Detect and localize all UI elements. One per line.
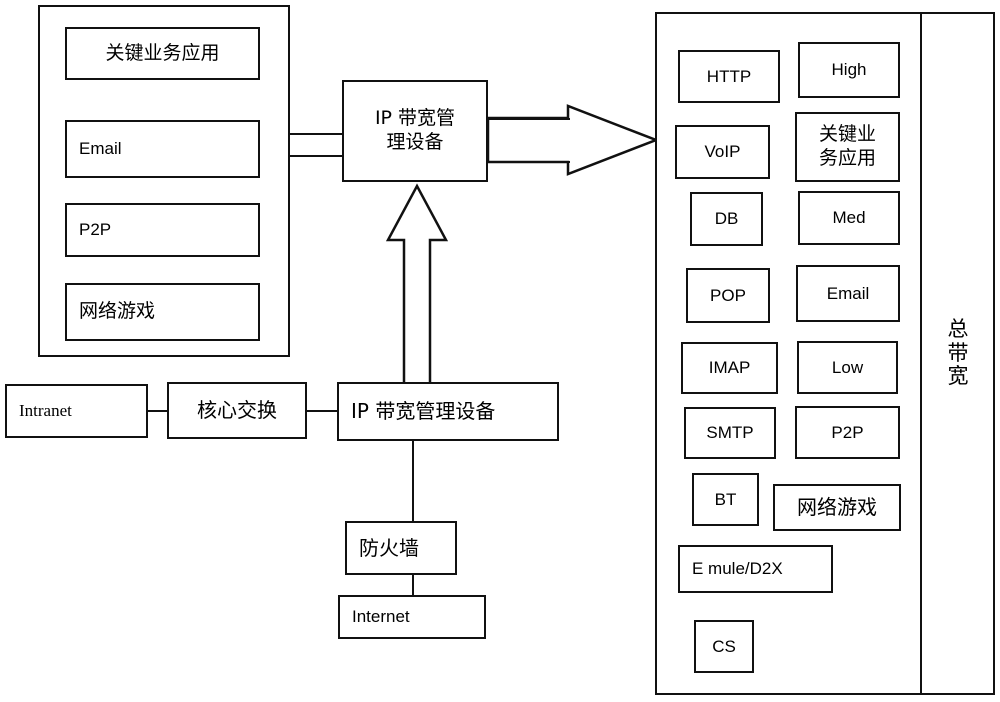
class-box-high[interactable]: High bbox=[798, 42, 900, 98]
app-box-p2p[interactable]: P2P bbox=[65, 203, 260, 257]
class-box-p2p[interactable]: P2P bbox=[795, 406, 900, 459]
class-box-email[interactable]: Email bbox=[796, 265, 900, 322]
protocol-box-bt[interactable]: BT bbox=[692, 473, 759, 526]
protocol-box-smtp[interactable]: SMTP bbox=[684, 407, 776, 459]
total-bandwidth-char-2: 带 bbox=[947, 340, 970, 365]
internet-box[interactable]: Internet bbox=[338, 595, 486, 639]
connector-intranet-to-switch bbox=[148, 410, 167, 412]
connector-ip-device-to-firewall bbox=[412, 441, 414, 521]
protocol-box-cs[interactable]: CS bbox=[694, 620, 754, 673]
connector-panel-to-device-lower bbox=[290, 155, 342, 157]
class-box-online-game[interactable]: 网络游戏 bbox=[773, 484, 901, 531]
total-bandwidth-char-3: 宽 bbox=[947, 364, 970, 389]
app-box-online-game[interactable]: 网络游戏 bbox=[65, 283, 260, 341]
class-box-low[interactable]: Low bbox=[797, 341, 898, 394]
flow-arrow-right bbox=[488, 104, 658, 176]
arrow-shaft-line-upper bbox=[488, 118, 570, 120]
total-bandwidth-label: 总 带 宽 bbox=[922, 12, 995, 695]
core-switch-box[interactable]: 核心交换 bbox=[167, 382, 307, 439]
protocol-box-emule-d2x[interactable]: E mule/D2X bbox=[678, 545, 833, 593]
class-box-med[interactable]: Med bbox=[798, 191, 900, 245]
connector-panel-to-device-upper bbox=[290, 133, 342, 135]
firewall-box[interactable]: 防火墙 bbox=[345, 521, 457, 575]
app-box-key-business[interactable]: 关键业务应用 bbox=[65, 27, 260, 80]
ip-bandwidth-device-bottom[interactable]: IP 带宽管理设备 bbox=[337, 382, 559, 441]
protocol-box-pop[interactable]: POP bbox=[686, 268, 770, 323]
diagram-canvas: 关键业务应用 Email P2P 网络游戏 IP 带宽管 理设备 Intrane… bbox=[0, 0, 1000, 702]
app-box-email[interactable]: Email bbox=[65, 120, 260, 178]
total-bandwidth-char-1: 总 bbox=[947, 317, 970, 342]
protocol-box-http[interactable]: HTTP bbox=[678, 50, 780, 103]
protocol-box-db[interactable]: DB bbox=[690, 192, 763, 246]
connector-firewall-to-internet bbox=[412, 575, 414, 595]
connector-switch-to-ip-device bbox=[307, 410, 337, 412]
ip-bandwidth-device-top[interactable]: IP 带宽管 理设备 bbox=[342, 80, 488, 182]
arrow-shaft-line-lower bbox=[488, 161, 570, 163]
class-box-key-business[interactable]: 关键业 务应用 bbox=[795, 112, 900, 182]
intranet-box[interactable]: Intranet bbox=[5, 384, 148, 438]
protocol-box-imap[interactable]: IMAP bbox=[681, 342, 778, 394]
flow-arrow-up bbox=[385, 183, 449, 387]
protocol-box-voip[interactable]: VoIP bbox=[675, 125, 770, 179]
